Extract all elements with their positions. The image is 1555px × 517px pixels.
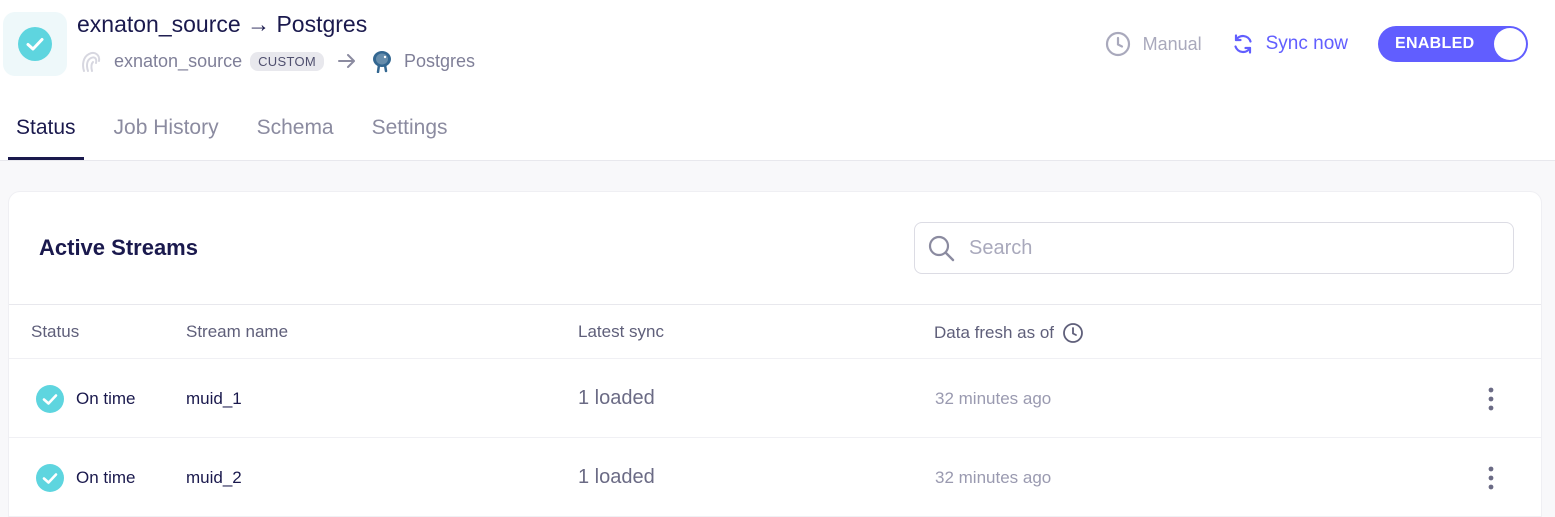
status-text: On time — [76, 388, 136, 408]
table-row[interactable]: On time muid_2 1 loaded 32 minutes ago — [9, 438, 1541, 517]
search-icon — [928, 235, 955, 262]
sync-now-button[interactable]: Sync now — [1232, 33, 1348, 55]
schedule-indicator: Manual — [1105, 31, 1202, 57]
tab-job-history[interactable]: Job History — [106, 110, 227, 160]
row-menu-button[interactable] — [1481, 359, 1501, 438]
column-latest-sync: Latest sync — [578, 322, 664, 341]
postgres-elephant-icon — [370, 49, 394, 73]
search-box — [914, 222, 1514, 274]
arrow-right-icon — [338, 54, 356, 68]
toggle-label: ENABLED — [1395, 35, 1475, 52]
table-row[interactable]: On time muid_1 1 loaded 32 minutes ago — [9, 359, 1541, 438]
source-name: exnaton_source — [114, 50, 243, 71]
connection-subtitle: exnaton_source CUSTOM Postgres — [80, 47, 475, 75]
tab-settings[interactable]: Settings — [364, 110, 456, 160]
connection-status-icon — [3, 12, 67, 76]
connection-title: exnaton_source → Postgres — [77, 11, 368, 37]
check-circle-icon — [36, 463, 64, 492]
check-circle-icon — [18, 27, 52, 61]
column-data-fresh: Data fresh as of — [934, 322, 1084, 344]
clock-icon[interactable] — [1062, 322, 1084, 344]
tab-schema[interactable]: Schema — [249, 110, 342, 160]
sync-now-label: Sync now — [1265, 33, 1348, 54]
connection-header: exnaton_source → Postgres exnaton_source… — [0, 0, 1555, 161]
destination-name: Postgres — [404, 50, 476, 71]
tab-status[interactable]: Status — [8, 110, 84, 160]
toggle-knob — [1494, 28, 1526, 60]
card-title: Active Streams — [39, 235, 198, 260]
latest-sync: 1 loaded — [578, 387, 655, 409]
active-streams-card: Active Streams Status Stream name Latest… — [8, 191, 1542, 517]
search-input[interactable] — [969, 236, 1489, 260]
kebab-menu-icon — [1488, 387, 1494, 410]
data-fresh: 32 minutes ago — [935, 388, 1052, 408]
row-status: On time — [36, 438, 136, 517]
custom-source-icon — [80, 49, 102, 73]
data-fresh: 32 minutes ago — [935, 467, 1052, 487]
connection-actions: Manual Sync now ENABLED — [1105, 26, 1528, 62]
column-data-fresh-label: Data fresh as of — [934, 323, 1055, 342]
latest-sync: 1 loaded — [578, 466, 655, 488]
status-text: On time — [76, 467, 136, 487]
kebab-menu-icon — [1488, 466, 1494, 489]
column-stream-name: Stream name — [186, 322, 289, 341]
stream-name: muid_2 — [186, 467, 242, 487]
clock-icon — [1105, 31, 1130, 57]
table-header: Status Stream name Latest sync Data fres… — [9, 304, 1541, 359]
connection-tabs: Status Job History Schema Settings — [8, 110, 478, 160]
row-status: On time — [36, 359, 136, 438]
enabled-toggle[interactable]: ENABLED — [1378, 26, 1528, 62]
column-status: Status — [31, 322, 80, 341]
refresh-icon — [1234, 34, 1252, 54]
check-circle-icon — [36, 384, 64, 413]
stream-name: muid_1 — [186, 388, 242, 408]
source-type-badge: CUSTOM — [250, 51, 324, 71]
row-menu-button[interactable] — [1481, 438, 1501, 517]
schedule-label: Manual — [1142, 33, 1202, 54]
